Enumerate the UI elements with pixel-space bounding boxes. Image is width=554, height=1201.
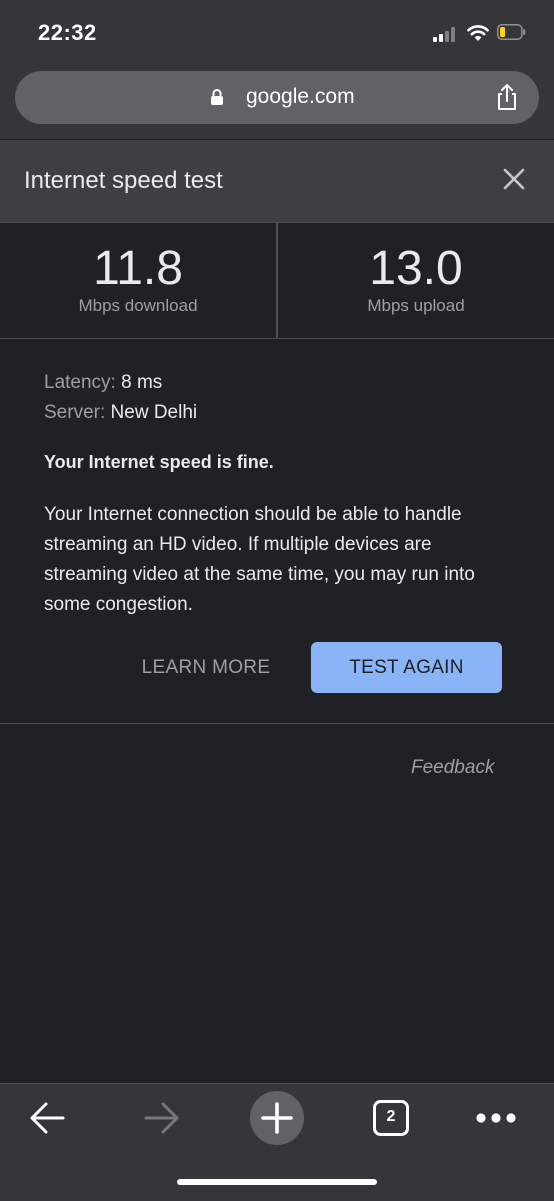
test-again-button[interactable]: TEST AGAIN <box>311 642 502 693</box>
server-label: Server: <box>44 402 106 423</box>
upload-unit: Mbps upload <box>367 296 465 315</box>
url-text: google.com <box>246 85 355 108</box>
divider <box>0 723 554 724</box>
download-metric: 11.8 Mbps download <box>0 242 276 316</box>
close-icon[interactable] <box>500 165 528 193</box>
new-tab-plus-icon[interactable] <box>250 1091 304 1145</box>
back-arrow-icon[interactable] <box>28 1100 66 1136</box>
tab-count: 2 <box>386 1108 396 1125</box>
latency-label: Latency: <box>44 372 116 393</box>
status-time: 22:32 <box>38 20 97 45</box>
tab-switcher-icon[interactable]: 2 <box>373 1100 409 1136</box>
lock-icon <box>211 89 223 105</box>
more-menu-icon[interactable] <box>475 1111 517 1125</box>
speed-test-header: Internet speed test <box>0 140 554 222</box>
share-icon[interactable] <box>493 83 521 111</box>
browser-top-chrome: 22:32 google.com <box>0 0 554 139</box>
divider <box>0 338 554 339</box>
battery-low-icon <box>497 24 526 40</box>
feedback-link[interactable]: Feedback <box>411 757 494 779</box>
latency-value: 8 ms <box>121 372 163 393</box>
upload-metric: 13.0 Mbps upload <box>278 242 554 316</box>
upload-value: 13.0 <box>369 242 463 295</box>
home-indicator[interactable] <box>177 1179 377 1185</box>
latency-line: Latency: 8 ms <box>44 372 162 394</box>
server-value: New Delhi <box>110 402 198 423</box>
wifi-icon <box>467 25 489 41</box>
cellular-signal-icon <box>433 26 461 42</box>
download-value: 11.8 <box>93 242 183 295</box>
learn-more-button[interactable]: LEARN MORE <box>122 650 290 686</box>
server-line: Server: New Delhi <box>44 402 197 424</box>
speed-test-title: Internet speed test <box>24 167 223 194</box>
speed-verdict: Your Internet speed is fine. <box>44 452 274 472</box>
forward-arrow-icon[interactable] <box>143 1100 181 1136</box>
address-bar[interactable]: google.com <box>15 71 539 124</box>
speed-description: Your Internet connection should be able … <box>44 504 475 615</box>
download-unit: Mbps download <box>78 296 198 315</box>
